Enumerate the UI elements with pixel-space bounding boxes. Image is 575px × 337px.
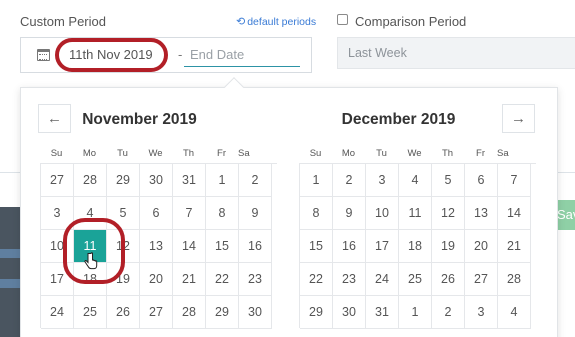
date-separator: - [178,47,183,62]
weekday-header: Su Mo Tu We Th Fr Sa [40,148,250,162]
weekday-label: We [407,148,422,159]
default-periods-text: default periods [247,16,317,28]
comparison-period-label: Comparison Period [355,14,467,29]
calendar-day[interactable]: 13 [465,197,498,230]
month-title-november: November 2019 [82,111,197,128]
weekday-label: Th [182,148,195,159]
weekday-label: Th [441,148,454,159]
calendar-day[interactable]: 28 [74,164,107,197]
calendar-day[interactable]: 24 [41,296,74,329]
custom-period-label: Custom Period [20,14,106,29]
calendar-day[interactable]: 27 [465,263,498,296]
calendar-day[interactable]: 17 [366,230,399,263]
weekday-label: Fr [217,148,226,159]
calendar-day[interactable]: 6 [465,164,498,197]
calendar-day[interactable]: 4 [498,296,531,329]
next-month-button[interactable]: → [502,104,535,133]
calendar-day[interactable]: 28 [498,263,531,296]
calendar-day[interactable]: 15 [300,230,333,263]
calendar-day[interactable]: 18 [399,230,432,263]
calendar-day[interactable]: 25 [74,296,107,329]
calendar-day[interactable]: 31 [173,164,206,197]
calendar-day[interactable]: 26 [432,263,465,296]
weekday-label: Mo [341,148,356,159]
weekday-label: Tu [117,148,128,159]
calendar-day[interactable]: 27 [41,164,74,197]
calendar-day[interactable]: 2 [333,164,366,197]
weekday-label: Sa [238,148,250,159]
weekday-label: Mo [82,148,97,159]
calendar-day[interactable]: 22 [300,263,333,296]
calendar-day[interactable]: 23 [239,263,272,296]
calendar-day[interactable]: 5 [432,164,465,197]
weekday-label: Tu [376,148,387,159]
weekday-label: Su [309,148,322,159]
calendar-day[interactable]: 2 [239,164,272,197]
calendar-day[interactable]: 13 [140,230,173,263]
calendar-day[interactable]: 22 [206,263,239,296]
hand-cursor-icon [84,252,98,270]
calendar-day[interactable]: 16 [333,230,366,263]
calendar-day[interactable]: 8 [300,197,333,230]
calendar-day[interactable]: 3 [465,296,498,329]
calendar-day[interactable]: 24 [366,263,399,296]
calendar-icon [37,49,50,61]
comparison-checkbox[interactable] [337,14,348,25]
comparison-selected-value: Last Week [348,46,407,60]
weekday-label: Sa [497,148,509,159]
weekday-label: Su [50,148,63,159]
calendar-day[interactable]: 10 [366,197,399,230]
calendar-day[interactable]: 29 [300,296,333,329]
calendar-day[interactable]: 28 [173,296,206,329]
calendar-day[interactable]: 2 [432,296,465,329]
calendar-day[interactable]: 29 [107,164,140,197]
calendar-day[interactable]: 3 [366,164,399,197]
end-date-input[interactable] [184,43,300,67]
save-button-partial[interactable]: Sav [555,200,575,230]
weekday-header: Su Mo Tu We Th Fr Sa [299,148,509,162]
calendar-day[interactable]: 12 [432,197,465,230]
calendar-day[interactable]: 9 [239,197,272,230]
reset-icon: ⟲ [236,16,246,28]
calendar-day[interactable]: 20 [140,263,173,296]
calendar-day[interactable]: 11 [399,197,432,230]
weekday-label: We [148,148,163,159]
calendar-day[interactable]: 29 [206,296,239,329]
calendar-day[interactable]: 21 [498,230,531,263]
calendar-day[interactable]: 6 [140,197,173,230]
default-periods-link[interactable]: ⟲ default periods [236,15,316,28]
calendar-day[interactable]: 16 [239,230,272,263]
calendar-day[interactable]: 20 [465,230,498,263]
calendar-day[interactable]: 30 [140,164,173,197]
calendar-day[interactable]: 1 [206,164,239,197]
calendar-day[interactable]: 30 [239,296,272,329]
calendar-day[interactable]: 4 [399,164,432,197]
calendar-day[interactable]: 14 [498,197,531,230]
start-date-highlight [55,38,168,72]
calendar-day[interactable]: 21 [173,263,206,296]
month-title-december: December 2019 [341,111,456,128]
calendar-day[interactable]: 15 [206,230,239,263]
calendar-day[interactable]: 26 [107,296,140,329]
calendar-day[interactable]: 19 [432,230,465,263]
calendar-day[interactable]: 31 [366,296,399,329]
calendar-day[interactable]: 25 [399,263,432,296]
calendar-day[interactable]: 27 [140,296,173,329]
selected-day-highlight [63,218,125,284]
calendar-day[interactable]: 1 [399,296,432,329]
calendar-day[interactable]: 30 [333,296,366,329]
comparison-select[interactable]: Last Week [337,37,575,69]
calendar-day[interactable]: 14 [173,230,206,263]
calendar-day[interactable]: 23 [333,263,366,296]
calendar-day[interactable]: 9 [333,197,366,230]
calendar-day[interactable]: 1 [300,164,333,197]
calendar-day[interactable]: 8 [206,197,239,230]
arrow-right-icon: → [511,110,526,127]
calendar-day[interactable]: 7 [498,164,531,197]
calendar-day[interactable]: 7 [173,197,206,230]
december-day-grid: 1 2 3 4 5 6 7 8 9 10 11 12 13 14 15 16 17 18 19 20 21 22 23 24 2… [299,163,536,329]
weekday-label: Fr [476,148,485,159]
